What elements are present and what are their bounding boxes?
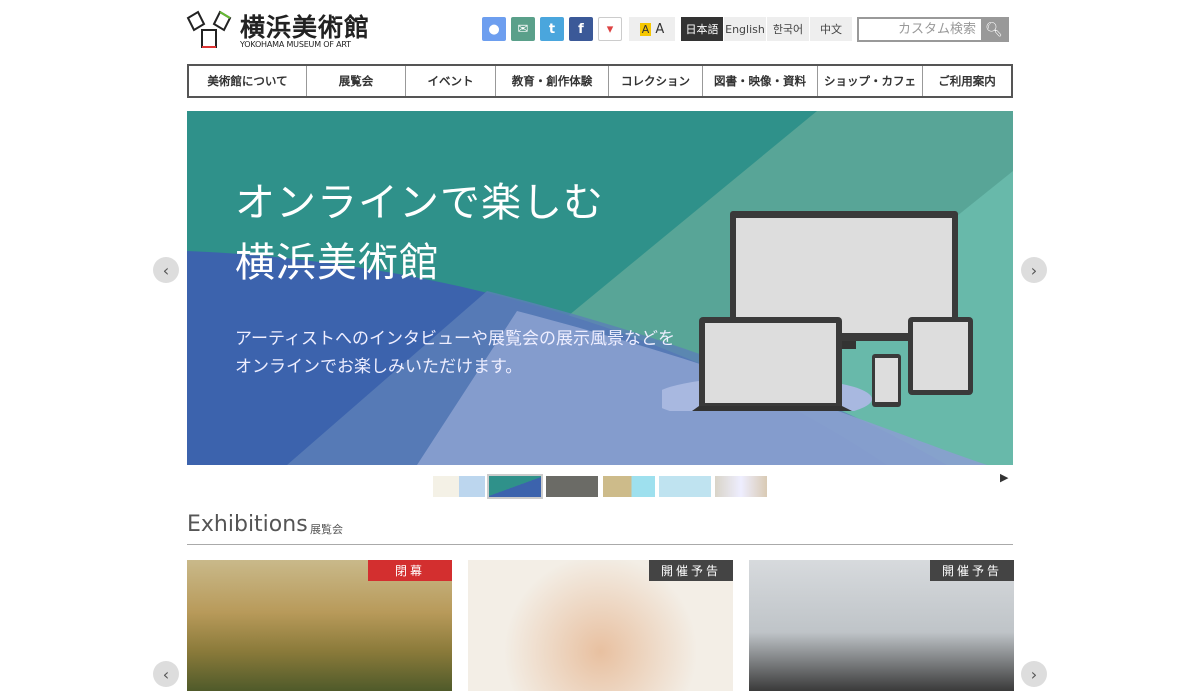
slide-thumbnail-active[interactable]	[487, 474, 543, 499]
search-button[interactable]: 🔍︎	[981, 19, 1007, 40]
lang-chinese[interactable]: 中文	[810, 17, 852, 41]
facebook-icon[interactable]: f	[569, 17, 593, 41]
exhibitions-next-button[interactable]: ›	[1021, 661, 1047, 687]
section-subtitle: 展覧会	[310, 523, 343, 536]
status-badge: 開催予告	[649, 560, 733, 581]
nav-events[interactable]: イベント	[406, 66, 496, 96]
search-box: 🔍︎	[857, 17, 1009, 42]
nav-collection[interactable]: コレクション	[609, 66, 703, 96]
font-size-toggle[interactable]: AA	[629, 17, 675, 41]
slide-thumbnail[interactable]	[603, 476, 655, 497]
hero-banner[interactable]: オンラインで楽しむ 横浜美術館 アーティストへのインタビューや展覧会の展示風景など…	[187, 111, 1013, 465]
section-title: Exhibitions	[187, 512, 308, 537]
nav-shop-cafe[interactable]: ショップ・カフェ	[818, 66, 923, 96]
banner-prev-button[interactable]: ‹	[153, 257, 179, 283]
trivago-icon[interactable]: ▾	[598, 17, 622, 41]
nav-library[interactable]: 図書・映像・資料	[703, 66, 818, 96]
status-badge: 開催予告	[930, 560, 1014, 581]
twitter-icon[interactable]: t	[540, 17, 564, 41]
banner-next-button[interactable]: ›	[1021, 257, 1047, 283]
search-icon: 🔍︎	[985, 21, 1003, 37]
banner-desc-line1: アーティストへのインタビューや展覧会の展示風景などを	[235, 329, 675, 349]
exhibition-card[interactable]: 開催予告	[468, 560, 733, 691]
search-input[interactable]	[859, 19, 981, 40]
exhibitions-prev-button[interactable]: ‹	[153, 661, 179, 687]
status-badge: 閉幕	[368, 560, 452, 581]
divider	[187, 544, 1013, 545]
slide-thumbnail[interactable]	[715, 476, 767, 497]
lang-english[interactable]: English	[724, 17, 766, 41]
nav-exhibitions[interactable]: 展覧会	[307, 66, 406, 96]
banner-desc-line2: オンラインでお楽しみいただけます。	[235, 357, 523, 377]
banner-title-line1: オンラインで楽しむ	[235, 180, 604, 226]
banner-title-line2: 横浜美術館	[235, 240, 440, 286]
font-large-button[interactable]: A	[655, 22, 664, 37]
chat-icon[interactable]: ●	[482, 17, 506, 41]
font-small-button[interactable]: A	[639, 22, 652, 36]
logo-icon[interactable]	[186, 10, 232, 50]
slide-thumbnail[interactable]	[659, 476, 711, 497]
slide-thumbnail[interactable]	[433, 476, 485, 497]
exhibition-card[interactable]: 開催予告	[749, 560, 1014, 691]
slide-thumbnail[interactable]	[546, 476, 598, 497]
exhibition-card[interactable]: 閉幕	[187, 560, 452, 691]
banner-description: アーティストへのインタビューや展覧会の展示風景などを オンラインでお楽しみいただけ…	[235, 325, 675, 381]
lang-korean[interactable]: 한국어	[767, 17, 809, 41]
nav-visitor-info[interactable]: ご利用案内	[923, 66, 1011, 96]
logo-title: 横浜美術館	[240, 13, 371, 42]
nav-about[interactable]: 美術館について	[189, 66, 307, 96]
logo-subtitle: YOKOHAMA MUSEUM OF ART	[240, 40, 351, 49]
mail-icon[interactable]: ✉	[511, 17, 535, 41]
nav-education[interactable]: 教育・創作体験	[496, 66, 609, 96]
devices-illustration	[662, 211, 973, 411]
play-icon[interactable]: ▶	[1000, 471, 1008, 484]
lang-japanese[interactable]: 日本語	[681, 17, 723, 41]
banner-title: オンラインで楽しむ 横浜美術館	[235, 173, 604, 293]
main-nav: 美術館について 展覧会 イベント 教育・創作体験 コレクション 図書・映像・資料…	[187, 64, 1013, 98]
